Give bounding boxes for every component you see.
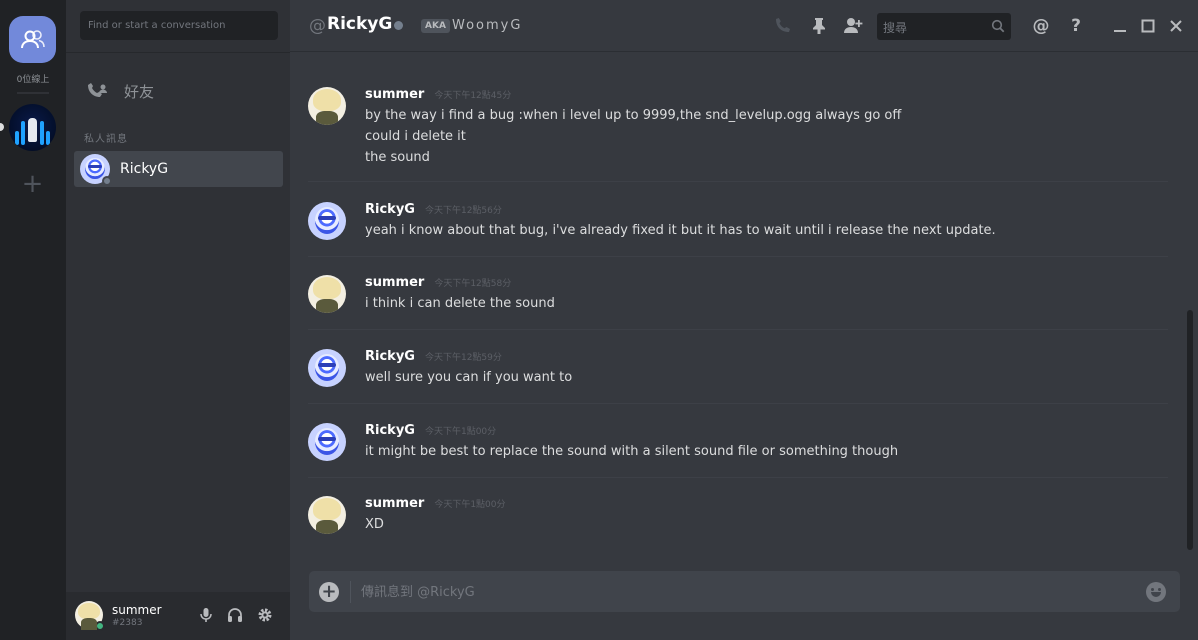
avatar[interactable]: [75, 601, 105, 631]
avatar[interactable]: [308, 275, 346, 313]
message-divider: [308, 256, 1168, 257]
emoji-icon[interactable]: [1146, 582, 1166, 602]
message-author[interactable]: summer: [365, 87, 424, 102]
at-symbol: @: [309, 16, 326, 36]
friends-nav-item[interactable]: 好友: [74, 74, 282, 108]
message-text: XD: [365, 517, 384, 532]
headphones-icon[interactable]: [227, 607, 243, 623]
pin-icon[interactable]: [809, 16, 829, 36]
phone-people-icon: [88, 83, 107, 97]
friends-icon: [20, 29, 45, 48]
recipient-status-indicator: [394, 21, 403, 30]
message-divider: [308, 181, 1168, 182]
message-input[interactable]: [361, 579, 1121, 605]
message-timestamp: 今天下午1點00分: [424, 427, 497, 437]
message-author[interactable]: summer: [365, 275, 424, 290]
user-tag: #2383: [112, 618, 143, 628]
message-scrollbar[interactable]: [1187, 310, 1193, 550]
message-text: could i delete it: [365, 129, 466, 144]
message-divider: [308, 403, 1168, 404]
maximize-icon[interactable]: [1138, 16, 1158, 36]
channel-header: @ RickyG AKA WoomyG 搜尋 @ ?: [290, 0, 1198, 52]
avatar[interactable]: [308, 496, 346, 534]
close-icon[interactable]: [1166, 16, 1186, 36]
composer-area: +: [290, 565, 1198, 640]
friends-label: 好友: [124, 82, 155, 101]
avatar: [80, 154, 112, 186]
avatar[interactable]: [308, 349, 346, 387]
conversation-search-input[interactable]: Find or start a conversation: [80, 11, 278, 40]
channel-search-input[interactable]: 搜尋: [877, 13, 1011, 40]
avatar[interactable]: [308, 423, 346, 461]
composer-divider: [350, 581, 351, 603]
dm-sidebar: Find or start a conversation 好友 私人訊息 Ric…: [66, 0, 290, 640]
dm-item-label: RickyG: [120, 161, 169, 177]
message-timestamp: 今天下午12點59分: [424, 353, 502, 363]
message-text: the sound: [365, 150, 430, 165]
online-count: 0位線上: [16, 75, 50, 85]
message-text: it might be best to replace the sound wi…: [365, 444, 899, 459]
message-timestamp: 今天下午12點45分: [434, 91, 512, 101]
avatar[interactable]: [308, 87, 346, 125]
mentions-icon[interactable]: @: [1031, 16, 1051, 36]
add-server-button[interactable]: +: [9, 160, 56, 207]
upload-plus-icon[interactable]: +: [319, 582, 339, 602]
server-unread-indicator: [0, 123, 4, 131]
message-divider: [308, 329, 1168, 330]
minimize-icon[interactable]: [1110, 16, 1130, 36]
sidebar-divider: [66, 52, 290, 53]
username: summer: [112, 603, 162, 617]
message-text: yeah i know about that bug, i've already…: [365, 223, 996, 238]
status-indicator: [102, 176, 112, 186]
message-author[interactable]: RickyG: [365, 349, 415, 364]
message-composer: +: [309, 571, 1180, 612]
recipient-nickname: WoomyG: [452, 18, 523, 33]
search-icon: [991, 19, 1005, 33]
message-divider: [308, 477, 1168, 478]
message-text: i think i can delete the sound: [365, 296, 555, 311]
recipient-name: RickyG: [327, 14, 393, 34]
message-timestamp: 今天下午12點58分: [434, 279, 512, 289]
user-panel: summer #2383: [66, 592, 290, 640]
status-indicator: [95, 621, 105, 631]
gear-icon[interactable]: [257, 607, 273, 623]
message-text: by the way i find a bug :when i level up…: [365, 108, 902, 123]
microphone-icon[interactable]: [198, 607, 214, 623]
server-rail: 0位線上 +: [0, 0, 66, 640]
message-text: well sure you can if you want to: [365, 370, 573, 385]
message-timestamp: 今天下午12點56分: [424, 206, 502, 216]
message-author[interactable]: summer: [365, 496, 424, 511]
add-friend-icon[interactable]: [843, 16, 863, 36]
message-author[interactable]: RickyG: [365, 202, 415, 217]
help-icon[interactable]: ?: [1066, 16, 1086, 36]
phone-call-icon[interactable]: [772, 16, 792, 36]
message-author[interactable]: RickyG: [365, 423, 415, 438]
rail-divider: [17, 92, 49, 94]
avatar[interactable]: [308, 202, 346, 240]
server-icon[interactable]: [9, 104, 56, 151]
home-button[interactable]: [9, 16, 56, 63]
aka-badge: AKA: [421, 19, 450, 33]
search-placeholder: 搜尋: [883, 21, 908, 35]
message-timestamp: 今天下午1點00分: [434, 500, 506, 510]
dm-item-rickyg[interactable]: RickyG: [74, 151, 283, 187]
message-list[interactable]: summer 今天下午12點45分 by the way i find a bug…: [290, 53, 1198, 565]
dm-section-header: 私人訊息: [84, 134, 128, 145]
